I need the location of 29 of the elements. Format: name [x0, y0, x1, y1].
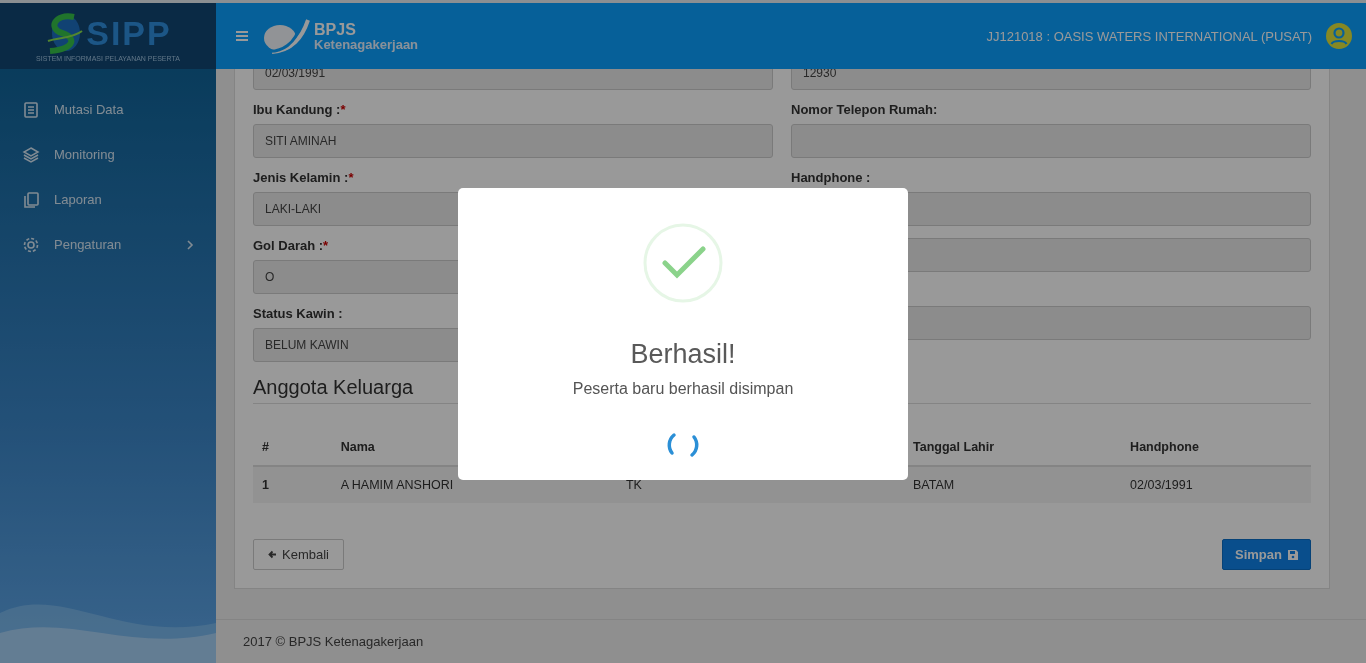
document-icon [22, 100, 40, 119]
gear-icon [22, 235, 40, 254]
menu-icon[interactable] [236, 31, 248, 41]
field-label: Ibu Kandung :* [253, 102, 347, 119]
layers-icon [22, 145, 40, 164]
org-title: BPJS [314, 21, 357, 38]
success-check-icon [643, 223, 723, 303]
field-label: Nomor Telepon Rumah: [791, 102, 939, 119]
brand-title: SIPP [86, 15, 172, 50]
table-cell: 1 [253, 466, 332, 503]
save-button[interactable]: Simpan [1222, 539, 1311, 570]
dialog-message: Peserta baru berhasil disimpan [572, 380, 794, 398]
field-label: Jenis Kelamin :* [253, 170, 355, 187]
user-company: JJ121018 : OASIS WATERS INTERNATIONAL (PUSAT) [986, 28, 1312, 44]
table-cell: 02/03/1991 [1121, 466, 1311, 503]
copy-icon [22, 190, 40, 209]
org-logo-icon [262, 18, 310, 54]
sidebar-item[interactable]: Monitoring [0, 132, 216, 177]
footer-text: 2017 © BPJS Ketenagakerjaan [216, 619, 1366, 663]
sidebar-item[interactable]: Pengaturan [0, 222, 216, 267]
org-subtitle: Ketenagakerjaan [314, 37, 419, 51]
field-label: Handphone : [791, 170, 872, 187]
arrow-left-icon [268, 550, 277, 559]
sidebar-item[interactable]: Laporan [0, 177, 216, 222]
sidebar-item[interactable]: Mutasi Data [0, 87, 216, 132]
table-cell: BATAM [904, 466, 1122, 503]
back-button[interactable]: Kembali [253, 539, 344, 570]
field-label: Status Kawin : [253, 306, 344, 323]
field-label: Gol Darah :* [253, 238, 330, 255]
